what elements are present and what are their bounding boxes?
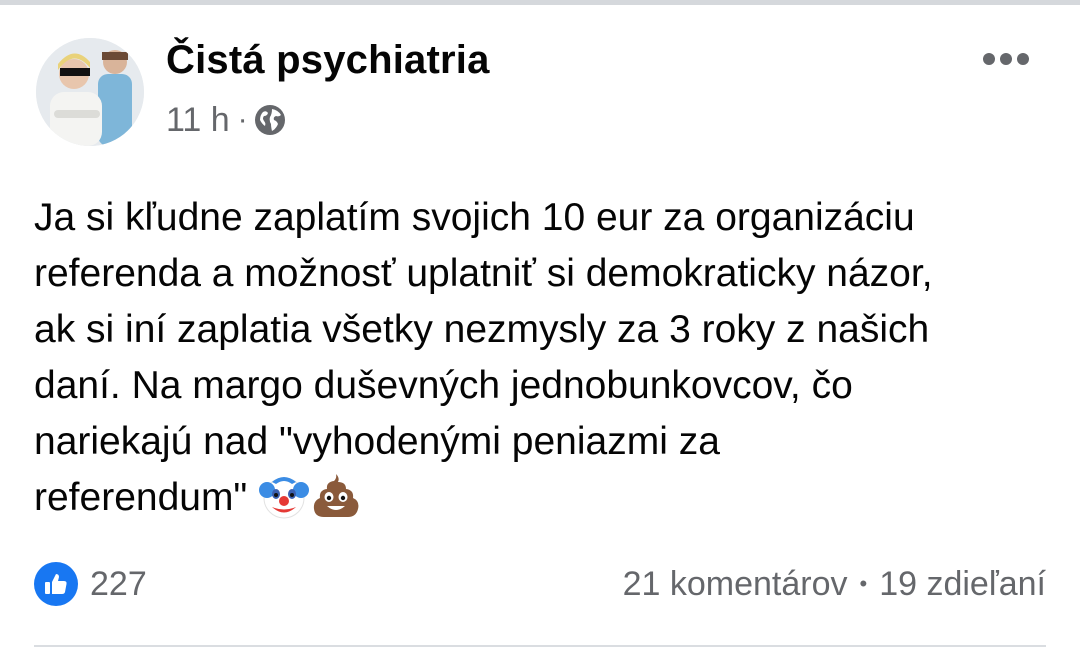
shares-count-link[interactable]: 19 zdieľaní: [879, 565, 1046, 604]
clown-face-emoji: [258, 470, 310, 522]
top-border: [0, 0, 1080, 5]
stats-separator: •: [859, 571, 868, 596]
post-text-line: nariekajú nad "vyhodenými peniazmi za: [34, 420, 720, 463]
page-name[interactable]: Čistá psychiatria: [166, 38, 490, 83]
comments-count-link[interactable]: 21 komentárov: [623, 565, 848, 604]
pile-of-poo-emoji: [310, 470, 362, 522]
post-time[interactable]: 11 h: [166, 101, 230, 140]
post-text-line: ak si iní zaplatia všetky nezmysly za 3 …: [34, 308, 930, 351]
divider: [34, 645, 1046, 647]
post-meta: 11 h ·: [166, 100, 286, 140]
post-text-line: daní. Na margo duševných jednobunkovcov,…: [34, 364, 853, 407]
more-options-icon: [983, 53, 1029, 65]
globe-icon: [254, 104, 286, 136]
post-text: Ja si kľudne zaplatím svojich 10 eur za …: [34, 190, 1054, 526]
post-text-last-line: referendum": [34, 470, 1054, 526]
facebook-post: Čistá psychiatria 11 h · Ja si kľudne za…: [0, 0, 1080, 652]
post-text-line: Ja si kľudne zaplatím svojich 10 eur za …: [34, 196, 915, 239]
avatar-photo: [36, 38, 144, 146]
post-text-line: referendum": [34, 476, 248, 519]
post-stats: 21 komentárov • 19 zdieľaní: [623, 562, 1046, 606]
page-avatar[interactable]: [36, 38, 144, 146]
more-options-button[interactable]: [976, 44, 1036, 74]
reaction-count: 227: [90, 564, 147, 603]
meta-separator: ·: [237, 103, 248, 136]
post-text-line: referenda a možnosť uplatniť si demokrat…: [34, 252, 933, 295]
like-icon: [34, 562, 78, 606]
reactions-summary[interactable]: 227: [34, 562, 147, 606]
